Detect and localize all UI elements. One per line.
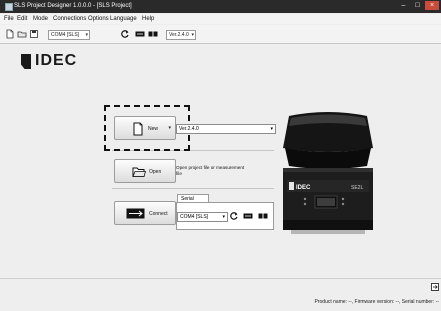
menu-mode[interactable]: Mode — [33, 16, 48, 22]
tab-serial[interactable]: Serial — [177, 194, 209, 202]
toolbar: COM4 [SLS] ▾ Ver.2.4.0 ▾ — [0, 25, 441, 44]
menu-help[interactable]: Help — [142, 16, 154, 22]
connect-icon — [126, 208, 145, 219]
new-file-icon[interactable] — [5, 29, 15, 39]
menu-options[interactable]: Options — [88, 16, 109, 22]
open-folder-icon[interactable] — [17, 29, 27, 39]
refresh-icon[interactable] — [120, 29, 130, 39]
refresh-icon[interactable] — [229, 211, 239, 221]
title-bar: SLS Project Designer 1.0.0.0 - [SLS Proj… — [0, 0, 441, 13]
new-button[interactable]: New ▾ — [114, 116, 176, 140]
minimize-button[interactable]: – — [397, 1, 410, 10]
device-brand: IDEC — [296, 185, 311, 191]
toolbar-port-select[interactable]: COM4 [SLS] ▾ — [48, 30, 90, 40]
close-button[interactable]: × — [425, 1, 439, 10]
save-icon[interactable] — [29, 29, 39, 39]
idec-logo: IDEC — [21, 52, 101, 70]
idec-logo-mark — [21, 54, 31, 69]
laser-scanner-image: IDEC SE2L — [283, 112, 373, 234]
open-description: Open project file or measurement file — [176, 165, 245, 176]
disconnect-icon[interactable] — [148, 29, 158, 39]
menu-language[interactable]: Language — [110, 16, 137, 22]
open-folder-icon — [132, 167, 146, 177]
chevron-down-icon: ▾ — [191, 32, 194, 38]
new-file-icon — [133, 122, 143, 136]
status-text: Product name: --, Firmware version: --, … — [314, 299, 439, 305]
connect-icon[interactable] — [243, 211, 253, 221]
device-model: SE2L — [351, 185, 363, 191]
connect-button[interactable]: Connect — [114, 201, 176, 225]
version-select[interactable]: Ver.2.4.0 ▾ — [176, 124, 276, 134]
chevron-down-icon: ▾ — [85, 32, 88, 38]
window-title: SLS Project Designer 1.0.0.0 - [SLS Proj… — [14, 3, 132, 9]
com-port-select[interactable]: COM4 [SLS] ▾ — [177, 212, 228, 222]
open-button[interactable]: Open — [114, 159, 176, 183]
menu-file[interactable]: File — [4, 16, 14, 22]
maximize-button[interactable]: □ — [411, 1, 424, 10]
app-icon — [5, 3, 13, 11]
chevron-down-icon: ▾ — [168, 125, 171, 131]
chevron-down-icon: ▾ — [270, 126, 273, 132]
disconnect-icon[interactable] — [258, 211, 268, 221]
toolbar-version-select[interactable]: Ver.2.4.0 ▾ — [166, 30, 196, 40]
chevron-down-icon: ▾ — [222, 214, 225, 220]
connect-icon[interactable] — [135, 29, 145, 39]
menu-connections[interactable]: Connections — [53, 16, 86, 22]
status-bar: Product name: --, Firmware version: --, … — [0, 278, 441, 311]
separator — [112, 188, 274, 189]
menu-bar: File Edit Mode Connections Options Langu… — [0, 14, 441, 24]
export-icon[interactable] — [431, 283, 439, 291]
menu-edit[interactable]: Edit — [17, 16, 27, 22]
